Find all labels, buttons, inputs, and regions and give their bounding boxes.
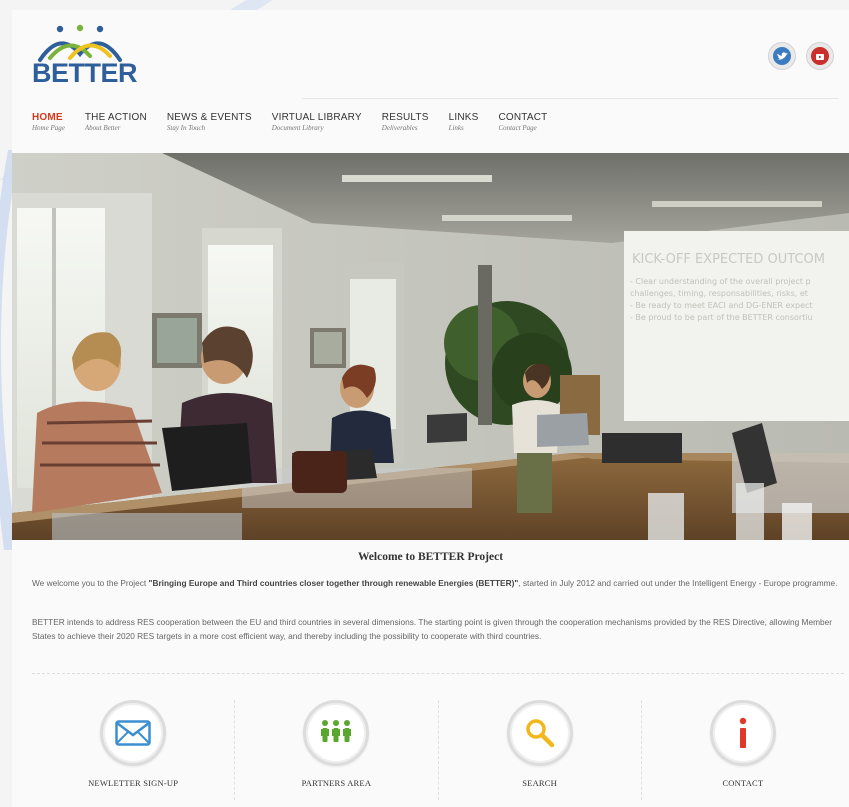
youtube-icon (811, 47, 829, 65)
nav-label: LINKS (448, 112, 479, 123)
nav-label: NEWS & EVENTS (166, 112, 252, 123)
header-divider (302, 98, 839, 99)
search-link[interactable]: SEARCH (437, 700, 641, 800)
info-icon (714, 705, 771, 761)
nav-sublabel: Contact Page (498, 124, 537, 132)
nav-label: THE ACTION (84, 112, 147, 123)
slide-line-1: - Clear understanding of the overall pro… (630, 277, 811, 286)
welcome-title: Welcome to BETTER Project (357, 551, 504, 563)
site-logo[interactable]: BETTER (32, 24, 138, 88)
hero-slider-image[interactable]: KICK-OFF EXPECTED OUTCOM - Clear underst… (12, 153, 849, 540)
description-paragraph: BETTER intends to address RES cooperatio… (32, 617, 832, 641)
newsletter-circle (100, 700, 167, 766)
youtube-button[interactable] (806, 42, 834, 70)
intro-prefix: We welcome you to the Project (32, 578, 149, 588)
page-container: BETTER HOME Home Page THE ACTION About B… (12, 10, 849, 807)
nav-label: RESULTS (381, 112, 429, 123)
section-divider (32, 673, 844, 674)
twitter-bird-icon (773, 47, 791, 65)
search-icon (511, 705, 568, 761)
search-circle (506, 700, 573, 766)
main-navigation: HOME Home Page THE ACTION About Better N… (32, 112, 567, 142)
nav-sublabel: About Better (84, 124, 121, 132)
slide-title: KICK-OFF EXPECTED OUTCOM (632, 252, 825, 267)
nav-sublabel: Links (448, 124, 464, 132)
feature-links: NEWLETTER SIGN-UP PARTNERS AREA SEARCH C… (32, 700, 844, 800)
feature-label: SEARCH (522, 778, 557, 788)
site-header: BETTER (12, 10, 849, 100)
nav-item-home[interactable]: HOME Home Page (32, 112, 65, 142)
nav-sublabel: Stay In Touch (166, 124, 206, 132)
nav-label: HOME (32, 112, 63, 123)
slide-line-3: - Be ready to meet EACI and DG-ENER expe… (630, 301, 813, 310)
meeting-room-photo: KICK-OFF EXPECTED OUTCOM - Clear underst… (12, 153, 849, 540)
nav-sublabel: Document Library (271, 124, 324, 132)
slide-line-2: challenges, timing, responsabilities, ri… (630, 289, 808, 298)
nav-item-contact[interactable]: CONTACT Contact Page (498, 112, 547, 142)
feature-label: PARTNERS AREA (301, 778, 372, 788)
nav-item-results[interactable]: RESULTS Deliverables (382, 112, 429, 142)
envelope-icon (105, 705, 162, 761)
feature-label: NEWLETTER SIGN-UP (88, 778, 179, 788)
nav-item-news-events[interactable]: NEWS & EVENTS Stay In Touch (167, 112, 252, 142)
intro-paragraph: We welcome you to the Project "Bringing … (32, 576, 844, 590)
contact-link[interactable]: CONTACT (640, 700, 844, 800)
nav-item-links[interactable]: LINKS Links (449, 112, 479, 142)
project-title-bold: "Bringing Europe and Third countries clo… (148, 578, 519, 588)
people-icon (308, 705, 365, 761)
nav-label: CONTACT (498, 112, 548, 123)
nav-label: VIRTUAL LIBRARY (271, 112, 362, 123)
partners-circle (303, 700, 370, 766)
twitter-button[interactable] (768, 42, 796, 70)
newsletter-signup-link[interactable]: NEWLETTER SIGN-UP (32, 700, 234, 800)
nav-sublabel: Home Page (32, 124, 65, 132)
contact-circle (709, 700, 776, 766)
feature-label: CONTACT (722, 778, 764, 788)
intro-suffix: , started in July 2012 and carried out u… (518, 578, 838, 588)
nav-item-virtual-library[interactable]: VIRTUAL LIBRARY Document Library (272, 112, 362, 142)
slide-line-4: - Be proud to be part of the BETTER cons… (630, 313, 813, 322)
nav-item-the-action[interactable]: THE ACTION About Better (85, 112, 147, 142)
nav-sublabel: Deliverables (381, 124, 418, 132)
partners-area-link[interactable]: PARTNERS AREA (234, 700, 437, 800)
logo-text: BETTER (32, 58, 138, 88)
